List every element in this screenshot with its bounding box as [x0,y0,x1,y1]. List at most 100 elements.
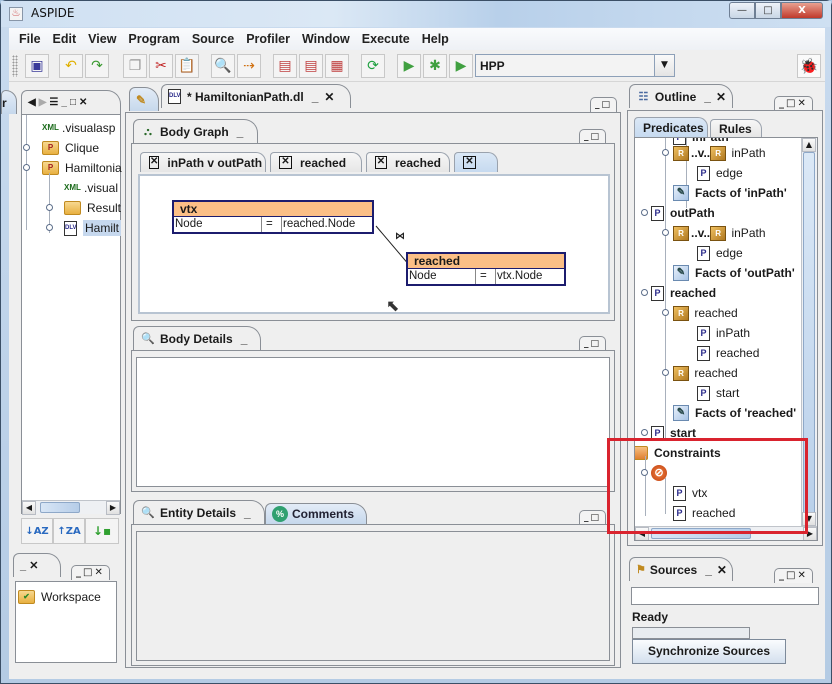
close-icon[interactable]: ✕ [324,90,334,104]
vertical-scrollbar[interactable]: ▲ ▼ [801,138,817,526]
outline-item[interactable]: PoutPath [651,204,715,222]
tree-item[interactable]: P Clique [42,139,99,157]
menu-profiler[interactable]: Profiler [240,32,296,46]
scroll-left-icon[interactable]: ◀ [22,501,36,515]
graph-canvas[interactable]: ⋈ vtx Node = reached.Node reached Node = vtx… [138,174,610,315]
toolbar-grip[interactable] [12,55,18,77]
horizontal-scrollbar[interactable]: ◀ ▶ [22,500,120,515]
workspace-item[interactable]: ✔ Workspace [18,588,101,606]
horizontal-scrollbar[interactable]: ◀ ▶ [635,526,817,540]
minimize-button[interactable]: — [729,2,755,19]
outline-item[interactable]: R ..v.. R inPath [673,224,766,242]
maximize-icon[interactable]: □ [591,132,602,142]
minimize-icon[interactable]: _ [241,332,248,346]
menu-program[interactable]: Program [122,32,185,46]
menu-file[interactable]: File [13,32,47,46]
workspace-tab[interactable]: _ ✕ [13,553,61,577]
maximize-icon[interactable]: □ [786,570,797,581]
tree-item[interactable]: XML .visual [64,179,118,197]
tree-item-selected[interactable]: DLV Hamilt [64,219,122,237]
tree-item[interactable]: XML .visualasp [42,119,115,137]
hidden-tab[interactable]: r [1,90,17,114]
outline-item[interactable]: R ..v.. R inPath [673,144,766,162]
maximize-icon[interactable]: □ [602,100,613,110]
outline-item-constraints[interactable]: Constraints [635,444,721,462]
chevron-down-icon[interactable]: ▼ [654,55,674,76]
close-icon[interactable]: ✕ [716,90,726,104]
debug-button[interactable]: ✱ [423,54,447,78]
scroll-thumb[interactable] [803,152,815,522]
outline-item[interactable]: Pedge [697,244,743,262]
subtab-reached-1[interactable]: ✕ reached [270,152,362,172]
minimize-icon[interactable]: _ [20,560,26,572]
outline-tab[interactable]: ☷ Outline _ ✕ [629,84,733,108]
sort-za-button[interactable]: ↑ZA [53,518,85,544]
find-replace-button[interactable]: ⇢ [237,54,261,78]
rules-button[interactable]: ▤ [299,54,323,78]
outline-item[interactable]: Preached [673,504,735,522]
nav-right-icon[interactable]: ▶ [39,97,50,108]
nav-left-icon[interactable]: ◀ [28,97,39,108]
scroll-down-icon[interactable]: ▼ [802,512,816,526]
run-config-button[interactable]: ▶ [397,54,421,78]
subtab-inpath-v-outpath[interactable]: ✕ inPath v outPath [140,152,266,172]
maximize-icon[interactable]: □ [591,513,602,523]
tab-predicates[interactable]: Predicates [634,117,708,137]
undo-button[interactable]: ↶ [59,54,83,78]
scroll-right-icon[interactable]: ▶ [106,501,120,515]
program-combo[interactable]: HPP ▼ [475,54,675,77]
entity-reached[interactable]: reached Node = vtx.Node [406,252,566,286]
minimize-icon[interactable]: _ [237,125,244,139]
minimize-icon[interactable]: _ [779,98,786,109]
sort-az-button[interactable]: ↓AZ [21,518,53,544]
copy-button[interactable]: ❐ [123,54,147,78]
scroll-thumb[interactable] [40,502,80,513]
debug-bug-button[interactable]: 🐞 [797,54,821,78]
list-menu-icon[interactable]: ☰ [49,97,61,108]
entity-details-tab[interactable]: 🔍 Entity Details _ [133,500,265,524]
tab-rules[interactable]: Rules [710,119,762,137]
minimize-icon[interactable]: _ [76,567,83,578]
body-graph-tab[interactable]: ⛬ Body Graph _ [133,119,258,143]
menu-source[interactable]: Source [186,32,240,46]
close-icon[interactable]: ✕ [797,98,807,109]
outline-item[interactable]: Preached [697,344,759,362]
subtab-reached-2[interactable]: ✕ reached [366,152,450,172]
scroll-right-icon[interactable]: ▶ [803,527,817,540]
scroll-thumb[interactable] [651,528,751,539]
sources-input[interactable] [631,587,819,605]
cut-button[interactable]: ✂ [149,54,173,78]
close-icon[interactable]: ✕ [149,156,160,169]
close-icon[interactable]: ✕ [29,559,38,572]
close-icon[interactable]: ✕ [94,567,104,578]
outline-item[interactable]: ✎ Facts of 'outPath' [673,264,795,282]
outline-item[interactable]: Preached [651,284,716,302]
close-icon[interactable]: ✕ [797,570,807,581]
menu-edit[interactable]: Edit [47,32,83,46]
menu-view[interactable]: View [82,32,122,46]
outline-item[interactable]: R reached [673,364,738,382]
outline-item[interactable]: ✎ Facts of 'reached' [673,404,796,422]
editor-tab[interactable]: DLV * HamiltonianPath.dl _ ✕ [161,84,351,108]
minimize-icon[interactable]: _ [704,90,711,104]
menu-window[interactable]: Window [296,32,356,46]
save-button[interactable]: ▣ [25,54,49,78]
close-icon[interactable]: ✕ [375,156,387,169]
rule-button[interactable]: ▤ [273,54,297,78]
body-details-tab[interactable]: 🔍 Body Details _ [133,326,261,350]
scroll-left-icon[interactable]: ◀ [635,527,649,540]
outline-item-constraint[interactable]: ⊘ [651,464,671,482]
sources-tab[interactable]: ⚑ Sources _ ✕ [629,557,733,581]
find-button[interactable]: 🔍 [211,54,235,78]
close-icon[interactable]: ✕ [463,156,476,169]
minimize-icon[interactable]: _ [312,90,319,104]
minimize-icon[interactable]: _ [244,506,251,520]
maximize-button[interactable]: □ [755,2,781,19]
minimize-icon[interactable]: _ [61,97,70,108]
close-icon[interactable]: ✕ [279,156,292,169]
comments-tab[interactable]: % Comments [265,503,367,524]
entity-vtx[interactable]: vtx Node = reached.Node [172,200,374,234]
rules-multi-button[interactable]: ▦ [325,54,349,78]
minimize-icon[interactable]: _ [779,570,786,581]
minimize-icon[interactable]: _ [705,563,712,577]
